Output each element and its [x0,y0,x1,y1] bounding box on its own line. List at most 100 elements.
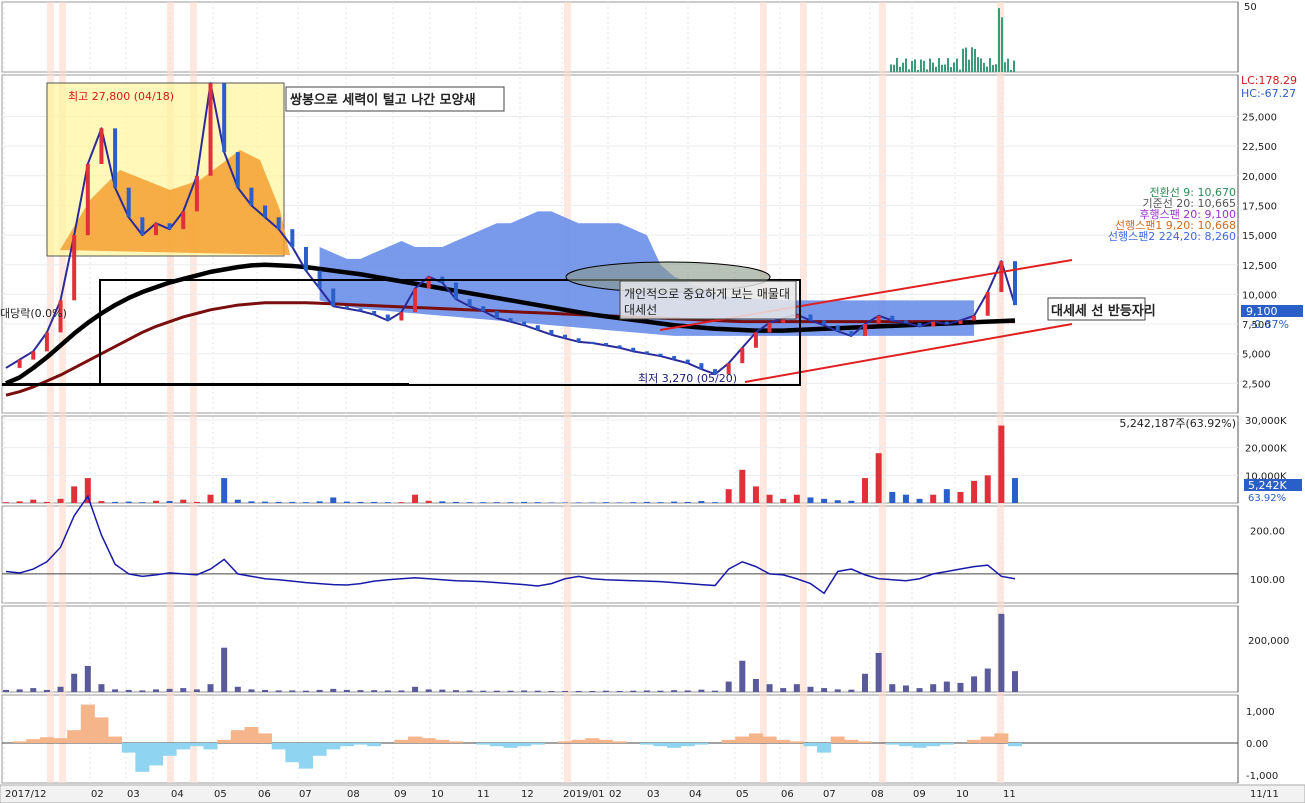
ind3-bar [26,739,41,743]
volume-header: 5,242,187주(63.92%) [1119,417,1236,430]
volume-bar [602,502,609,503]
price-tick-label: 15,000 [1242,231,1277,242]
ind2-bar [943,681,950,692]
last-price-label: 9,100 [1246,305,1278,318]
candle [644,351,649,354]
volume-bar [562,502,569,503]
ind3-bar [244,727,259,743]
candle [426,276,431,289]
ind2-bar [384,690,391,692]
ind3-bar [339,743,354,747]
volume-bar [412,494,419,503]
ind2-bar [343,689,350,692]
x-tick-label: 08 [347,789,360,800]
volume-bar [575,502,582,503]
top-bar [920,59,922,72]
top-bar [923,60,925,72]
x-tick-label: 05 [214,789,227,800]
ind2-bar [234,686,241,692]
ind2-bar [671,690,678,692]
x-tick-label: 05 [736,789,749,800]
candle [413,288,418,313]
ind2-bar [712,690,719,692]
candle [208,83,213,176]
x-tick-label: 10 [431,789,444,800]
top-bar [989,58,991,72]
ind3-tick-label: -1,000 [1246,771,1278,782]
volume-bar [330,497,337,503]
candle [99,128,104,164]
ind2-bar [112,689,119,692]
volume-bar [139,502,146,503]
ind2-bar [725,681,732,692]
x-tick-label: 12 [521,789,534,800]
ind2-bar [316,689,323,692]
ind3-bar [735,736,750,743]
top-bar [956,58,958,72]
ind3-bar [721,739,736,743]
ind3-bar [421,738,436,743]
ind3-bar [844,739,859,743]
x-tick-label: 11 [1003,789,1016,800]
ind3-bar [585,738,600,743]
ind3-bar [980,736,995,743]
ind2-bar [548,690,555,692]
volume-bar [302,502,309,503]
ind3-bar [898,743,913,747]
candle [31,351,36,360]
candle [944,321,949,325]
price-tick-label: 2,500 [1242,379,1271,390]
top-bar [953,62,955,72]
top-bar [893,64,895,72]
ind2-bar [262,689,269,692]
ind2-bar [302,690,309,692]
ind3-bar [598,739,613,743]
ind3-bar [203,743,218,750]
candle [863,324,868,336]
candle [372,311,377,315]
volume-bar [548,502,555,503]
ind3-bar [53,738,68,743]
high-annotation: 최고 27,800 (04/18) [68,90,174,103]
top-bar [911,60,913,72]
low-annotation: 최저 3,270 (05/20) [638,372,737,385]
volume-bar [193,501,200,503]
volume-bar [862,478,869,503]
ind2-bar [57,686,64,692]
ind2-bar [889,684,896,692]
ind3-bar [612,741,627,743]
volume-bar [357,501,364,503]
top-bar [959,69,961,72]
candle [358,308,363,312]
candle [890,315,895,321]
volume-bar [234,499,241,503]
top-bar [902,62,904,72]
candle [931,321,936,327]
volume-bar [712,502,719,503]
candle [658,353,663,357]
candle [631,347,636,352]
candle [590,341,595,344]
ind3-bar [571,739,586,743]
top-bar [932,62,934,72]
top-bar [950,67,952,72]
ind2-bar [643,690,650,692]
ind2-bar [398,690,405,692]
top-bar [926,69,928,72]
volume-bar [848,500,855,503]
ind2-bar [916,688,923,692]
price-tick-label: 25,000 [1242,113,1277,124]
candle [576,338,581,342]
ind2-bar [221,647,228,692]
ind3-bar [476,743,491,745]
ind2-bar [575,690,582,692]
ind3-tick-label: 1,000 [1246,707,1275,718]
legend-entry: 선행스팬2 224,20: 8,260 [1108,230,1236,243]
ind2-bar [452,690,459,692]
candle [835,325,840,332]
ind2-bar [330,688,337,692]
ind3-bar [408,736,423,743]
ind2-bar [207,684,214,692]
volume-bar [698,501,705,503]
volume-tick-label: 30,000K [1245,416,1287,427]
